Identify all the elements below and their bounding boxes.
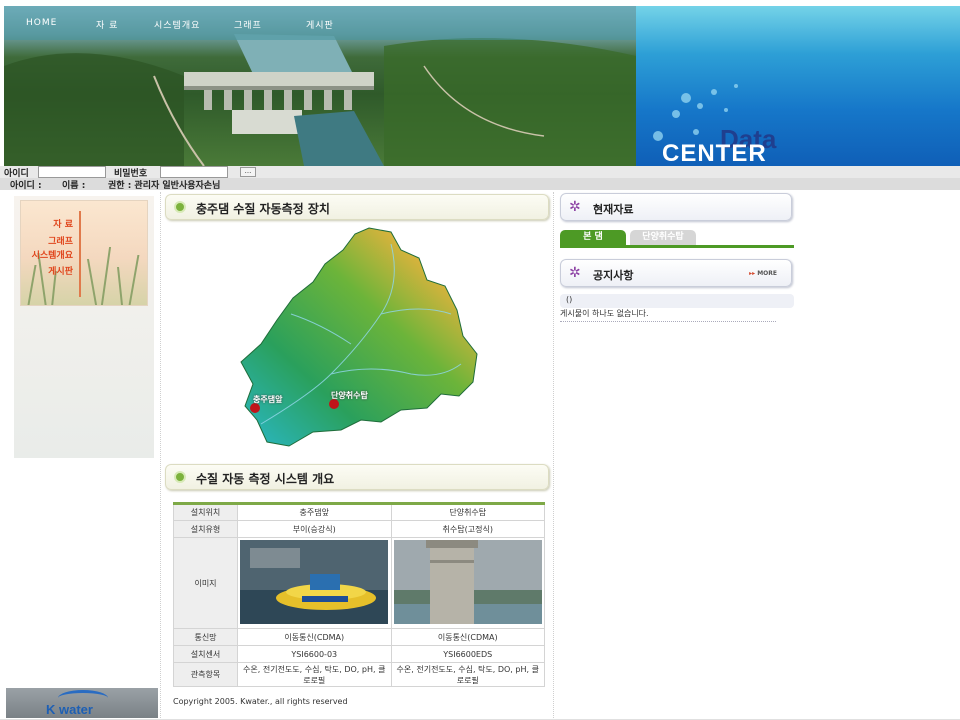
user-info-bar: 아이디 : 이름 : 권한 : 관리자 일반사용자손님 — [0, 178, 960, 191]
flower-icon: ✲ — [569, 265, 581, 281]
password-input[interactable] — [160, 166, 228, 178]
table-row: 관측항목 수온, 전기전도도, 수심, 탁도, DO, pH, 클로로필 수온,… — [173, 662, 545, 687]
section-title-text: 수질 자동 측정 시스템 개요 — [196, 472, 335, 486]
map-label-chungju-dam: 충주댐앞 — [253, 395, 283, 404]
tab-danyang-intake[interactable]: 단양취수탑 — [630, 230, 696, 245]
nav-home[interactable]: HOME — [26, 18, 57, 28]
row-header: 관측항목 — [173, 662, 238, 687]
notice-title: 공지사항 — [593, 269, 634, 282]
row-header: 설치위치 — [173, 503, 238, 521]
table-cell — [390, 537, 545, 629]
table-cell: 부이(승강식) — [237, 520, 392, 538]
id-input[interactable] — [38, 166, 106, 178]
sidebar-item-data[interactable]: 자 료 — [43, 217, 73, 230]
flower-icon: ✲ — [569, 199, 581, 215]
sidebar-menu: 자 료 그래프 시스템개요 게시판 — [20, 200, 148, 306]
table-cell: 충주댐앞 — [237, 503, 392, 521]
top-navigation: HOME 자 료 시스템개요 그래프 게시판 — [4, 6, 636, 40]
table-row: 설치센서 YSI6600-03 YSI6600EDS — [173, 645, 545, 663]
section-title-text: 충주댐 수질 자동측정 장치 — [196, 202, 330, 216]
table-cell — [237, 537, 392, 629]
header-banner: HOME 자 료 시스템개요 그래프 게시판 Data CENTER — [4, 6, 960, 166]
row-header: 설치센서 — [173, 645, 238, 663]
table-cell: 취수탑(고정식) — [390, 520, 545, 538]
row-header: 설치유형 — [173, 520, 238, 538]
left-sidebar: 자 료 그래프 시스템개요 게시판 — [14, 196, 154, 458]
section-title-measurement-device: 충주댐 수질 자동측정 장치 — [165, 194, 549, 220]
copyright-text: Copyright 2005. Kwater., all rights rese… — [173, 697, 348, 706]
login-bar: 아이디 비밀번호 ... — [0, 166, 960, 179]
green-circle-bullet-icon — [174, 201, 186, 213]
more-label: MORE — [757, 270, 777, 277]
sidebar-item-system-overview[interactable]: 시스템개요 — [21, 248, 73, 261]
table-row: 설치유형 부이(승강식) 취수탑(고정식) — [173, 520, 545, 538]
sidebar-item-board[interactable]: 게시판 — [31, 264, 73, 277]
nav-board[interactable]: 게시판 — [306, 18, 334, 31]
tab-underline — [560, 245, 794, 248]
buoy-photo — [240, 540, 389, 624]
table-cell: YSI6600EDS — [390, 645, 545, 663]
double-arrow-icon: ▸▸ — [749, 270, 758, 277]
row-header: 통신망 — [173, 628, 238, 646]
table-cell: 이동통신(CDMA) — [390, 628, 545, 646]
notice-header: ✲ 공지사항 ▸▸ MORE — [560, 259, 792, 287]
main-content: 충주댐 수질 자동측정 장치 충주댐앞 단양취수탑 수질 자동 측정 시스템 개… — [160, 192, 554, 720]
more-link[interactable]: ▸▸ MORE — [749, 270, 777, 277]
sidebar-item-graph[interactable]: 그래프 — [31, 234, 73, 247]
table-cell: 수온, 전기전도도, 수심, 탁도, DO, pH, 클로로필 — [237, 662, 392, 687]
notice-list-header: () — [560, 294, 794, 308]
nav-system-overview[interactable]: 시스템개요 — [154, 18, 200, 31]
kwater-logo-text: K water — [46, 702, 93, 717]
table-row: 통신망 이동통신(CDMA) 이동통신(CDMA) — [173, 628, 545, 646]
kwater-logo: K water — [6, 688, 158, 718]
nav-data[interactable]: 자 료 — [96, 18, 118, 31]
table-cell: 단양취수탑 — [390, 503, 545, 521]
table-cell: 이동통신(CDMA) — [237, 628, 392, 646]
system-spec-table: 설치위치 충주댐앞 단양취수탑 설치유형 부이(승강식) 취수탑(고정식) 이미… — [173, 502, 545, 687]
intake-tower-photo — [393, 540, 542, 624]
table-cell: 수온, 전기전도도, 수심, 탁도, DO, pH, 클로로필 — [390, 662, 545, 687]
data-center-logo-panel: Data CENTER — [636, 6, 960, 166]
nav-graph[interactable]: 그래프 — [234, 18, 262, 31]
row-header: 이미지 — [173, 537, 238, 629]
green-circle-bullet-icon — [174, 471, 186, 483]
center-title: CENTER — [662, 140, 767, 166]
notice-count: () — [566, 295, 573, 304]
user-name-label: 이름 : — [62, 181, 86, 191]
user-role-label: 권한 : 관리자 일반사용자손님 — [108, 181, 221, 191]
map-label-danyang-intake: 단양취수탑 — [331, 391, 368, 400]
table-row: 이미지 — [173, 537, 545, 629]
menu-divider — [79, 211, 81, 297]
login-button[interactable]: ... — [240, 167, 256, 177]
notice-empty-message: 게시물이 하나도 없습니다. — [560, 308, 776, 322]
table-cell: YSI6600-03 — [237, 645, 392, 663]
watershed-elevation-map: 충주댐앞 단양취수탑 — [231, 224, 491, 454]
watershed-map-illustration — [240, 227, 478, 447]
current-data-header: ✲ 현재자료 — [560, 193, 792, 221]
tab-main-dam[interactable]: 본 댐 — [560, 230, 626, 245]
current-data-title: 현재자료 — [593, 203, 634, 216]
table-row: 설치위치 충주댐앞 단양취수탑 — [173, 503, 545, 521]
section-title-system-overview: 수질 자동 측정 시스템 개요 — [165, 464, 549, 490]
user-id-label: 아이디 : — [10, 181, 42, 191]
